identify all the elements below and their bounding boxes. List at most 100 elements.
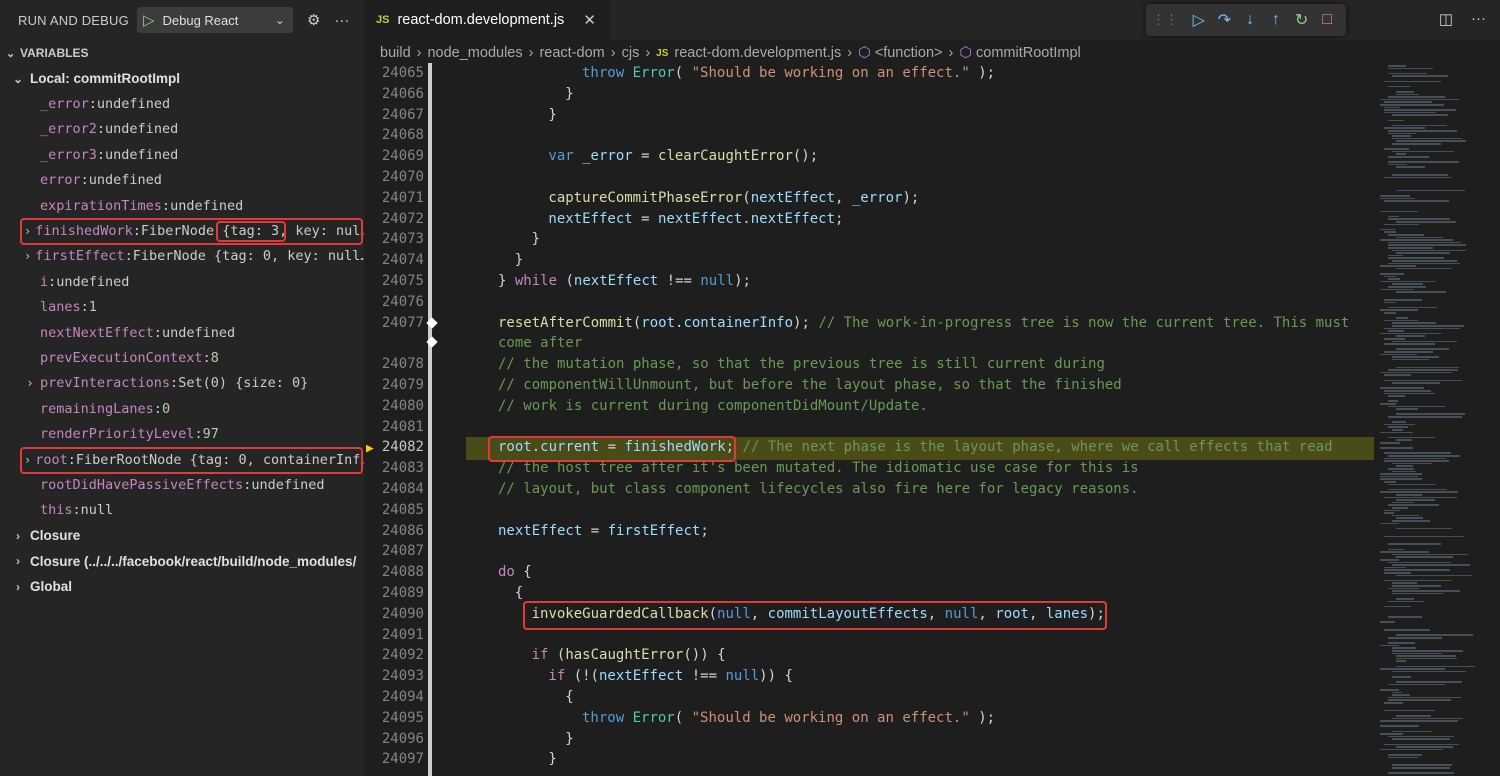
code-line[interactable]: 24082 root.current = finishedWork; // The… [364,437,1364,458]
step-over-icon[interactable]: ↷ [1212,10,1238,30]
breadcrumb-item[interactable]: commitRootImpl [976,45,1081,61]
chevron-right-icon[interactable]: › [24,224,31,238]
variable-row[interactable]: › root: FiberRootNode {tag: 0, containerI… [0,447,364,472]
line-number[interactable]: 24066 [364,84,424,105]
code-line[interactable]: 24079 // componentWillUnmount, but before… [364,375,1364,396]
scope-row[interactable]: › Closure [0,523,364,548]
code-line[interactable]: 24071 captureCommitPhaseError(nextEffect,… [364,188,1364,209]
variable-row[interactable]: lanes: 1 [0,295,364,320]
line-number[interactable]: 24073 [364,229,424,250]
breadcrumb-item[interactable]: node_modules [427,45,522,61]
line-number[interactable]: 24069 [364,146,424,167]
line-number[interactable]: 24067 [364,105,424,126]
minimap[interactable] [1374,63,1500,776]
code-line[interactable]: 24075} while (nextEffect !== null); [364,271,1364,292]
code-line[interactable]: 24090 invokeGuardedCallback(null, commitL… [364,604,1364,625]
line-number[interactable]: 24079 [364,375,424,396]
code-line[interactable]: 24087 [364,541,1364,562]
code-line[interactable]: 24076 [364,292,1364,313]
code-line[interactable]: 24080 // work is current during component… [364,396,1364,417]
scope-row[interactable]: › Global [0,574,364,599]
restart-icon[interactable]: ↻ [1289,10,1315,30]
code-line[interactable]: 24097} [364,749,1364,770]
more-actions-icon[interactable]: ··· [334,12,349,29]
variable-row[interactable]: _error2: undefined [0,117,364,142]
line-number[interactable]: 24085 [364,500,424,521]
execution-pointer-icon[interactable]: ▶ [366,441,382,457]
line-number[interactable]: 24092 [364,645,424,666]
variable-row[interactable]: error: undefined [0,168,364,193]
code-line[interactable]: 24065 throw Error( "Should be working on … [364,63,1364,84]
line-number[interactable]: 24070 [364,167,424,188]
code-line[interactable]: 24088 do { [364,562,1364,583]
code-line[interactable]: 24094 { [364,687,1364,708]
line-number[interactable]: 24083 [364,458,424,479]
breadcrumb-item[interactable]: react-dom.development.js [674,45,841,61]
code-line[interactable]: 24095 throw Error( "Should be working on … [364,708,1364,729]
line-number[interactable]: 24068 [364,125,424,146]
code-line[interactable]: 24068 [364,125,1364,146]
chevron-right-icon[interactable]: › [24,376,36,390]
step-into-icon[interactable]: ↓ [1237,11,1263,29]
line-number[interactable]: 24097 [364,749,424,770]
line-number[interactable]: 24081 [364,417,424,438]
variable-row[interactable]: this: null [0,498,364,523]
line-number[interactable]: 24087 [364,541,424,562]
variable-row[interactable]: expirationTimes: undefined [0,193,364,218]
line-number[interactable]: 24086 [364,521,424,542]
code-line[interactable]: 24078 // the mutation phase, so that the … [364,354,1364,375]
line-number[interactable]: 24071 [364,188,424,209]
line-number[interactable]: 24088 [364,562,424,583]
chevron-down-icon[interactable]: ⌄ [275,13,285,27]
code-area[interactable]: 24065 throw Error( "Should be working on … [364,63,1364,776]
variable-row[interactable]: › finishedWork: FiberNode {tag: 3, key: n… [0,218,364,243]
variable-row[interactable]: _error: undefined [0,91,364,116]
stop-icon[interactable]: □ [1314,11,1340,29]
line-number[interactable]: 24077 [364,313,424,334]
variables-section-header[interactable]: ⌄ VARIABLES [0,40,364,66]
code-line[interactable]: 24069 var _error = clearCaughtError(); [364,146,1364,167]
variable-row[interactable]: › firstEffect: FiberNode {tag: 0, key: nu… [0,244,364,269]
code-line[interactable]: 24084 // layout, but class component life… [364,479,1364,500]
launch-config-select[interactable]: ▷ Debug React ⌄ [136,7,293,33]
line-number[interactable]: 24096 [364,729,424,750]
code-line[interactable]: 24086 nextEffect = firstEffect; [364,521,1364,542]
code-line[interactable]: 24066} [364,84,1364,105]
variable-row[interactable]: renderPriorityLevel: 97 [0,421,364,446]
code-line[interactable]: 24085 [364,500,1364,521]
breadcrumb-item[interactable]: cjs [622,45,640,61]
variable-row[interactable]: prevExecutionContext: 8 [0,345,364,370]
scope-row[interactable]: › Closure (../../../facebook/react/build/… [0,548,364,573]
line-number[interactable]: 24091 [364,625,424,646]
chevron-right-icon[interactable]: › [24,453,31,467]
line-number[interactable]: 24090 [364,604,424,625]
variable-row[interactable]: i: undefined [0,269,364,294]
drag-handle-icon[interactable]: ⋮⋮ [1152,12,1178,28]
start-debugging-icon[interactable]: ▷ [143,11,155,29]
line-number[interactable]: 24072 [364,209,424,230]
code-line[interactable]: 24070 [364,167,1364,188]
code-line[interactable]: 24077 resetAfterCommit(root.containerInfo… [364,313,1364,334]
code-line[interactable]: 24091 [364,625,1364,646]
code-line[interactable]: 24074} [364,250,1364,271]
code-line[interactable]: 24092 if (hasCaughtError()) { [364,645,1364,666]
variable-row[interactable]: nextNextEffect: undefined [0,320,364,345]
breadcrumb-item[interactable]: build [380,45,411,61]
breadcrumb-item[interactable]: <function> [875,45,943,61]
code-line[interactable]: 24083 // the host tree after it's been mu… [364,458,1364,479]
code-line[interactable]: 24072 nextEffect = nextEffect.nextEffect; [364,209,1364,230]
line-number[interactable]: 24093 [364,666,424,687]
line-number[interactable]: 24075 [364,271,424,292]
code-line[interactable]: 24073} [364,229,1364,250]
code-line[interactable]: come after [364,333,1364,354]
close-icon[interactable]: ✕ [583,11,596,29]
line-number[interactable]: 24095 [364,708,424,729]
chevron-right-icon[interactable]: › [24,249,31,263]
breadcrumb-item[interactable]: react-dom [539,45,604,61]
continue-icon[interactable]: ▷ [1186,10,1212,30]
line-number[interactable]: 24076 [364,292,424,313]
line-number[interactable]: 24089 [364,583,424,604]
scope-local[interactable]: ⌄ Local: commitRootImpl [0,66,364,91]
code-line[interactable]: 24067} [364,105,1364,126]
step-out-icon[interactable]: ↑ [1263,11,1289,29]
